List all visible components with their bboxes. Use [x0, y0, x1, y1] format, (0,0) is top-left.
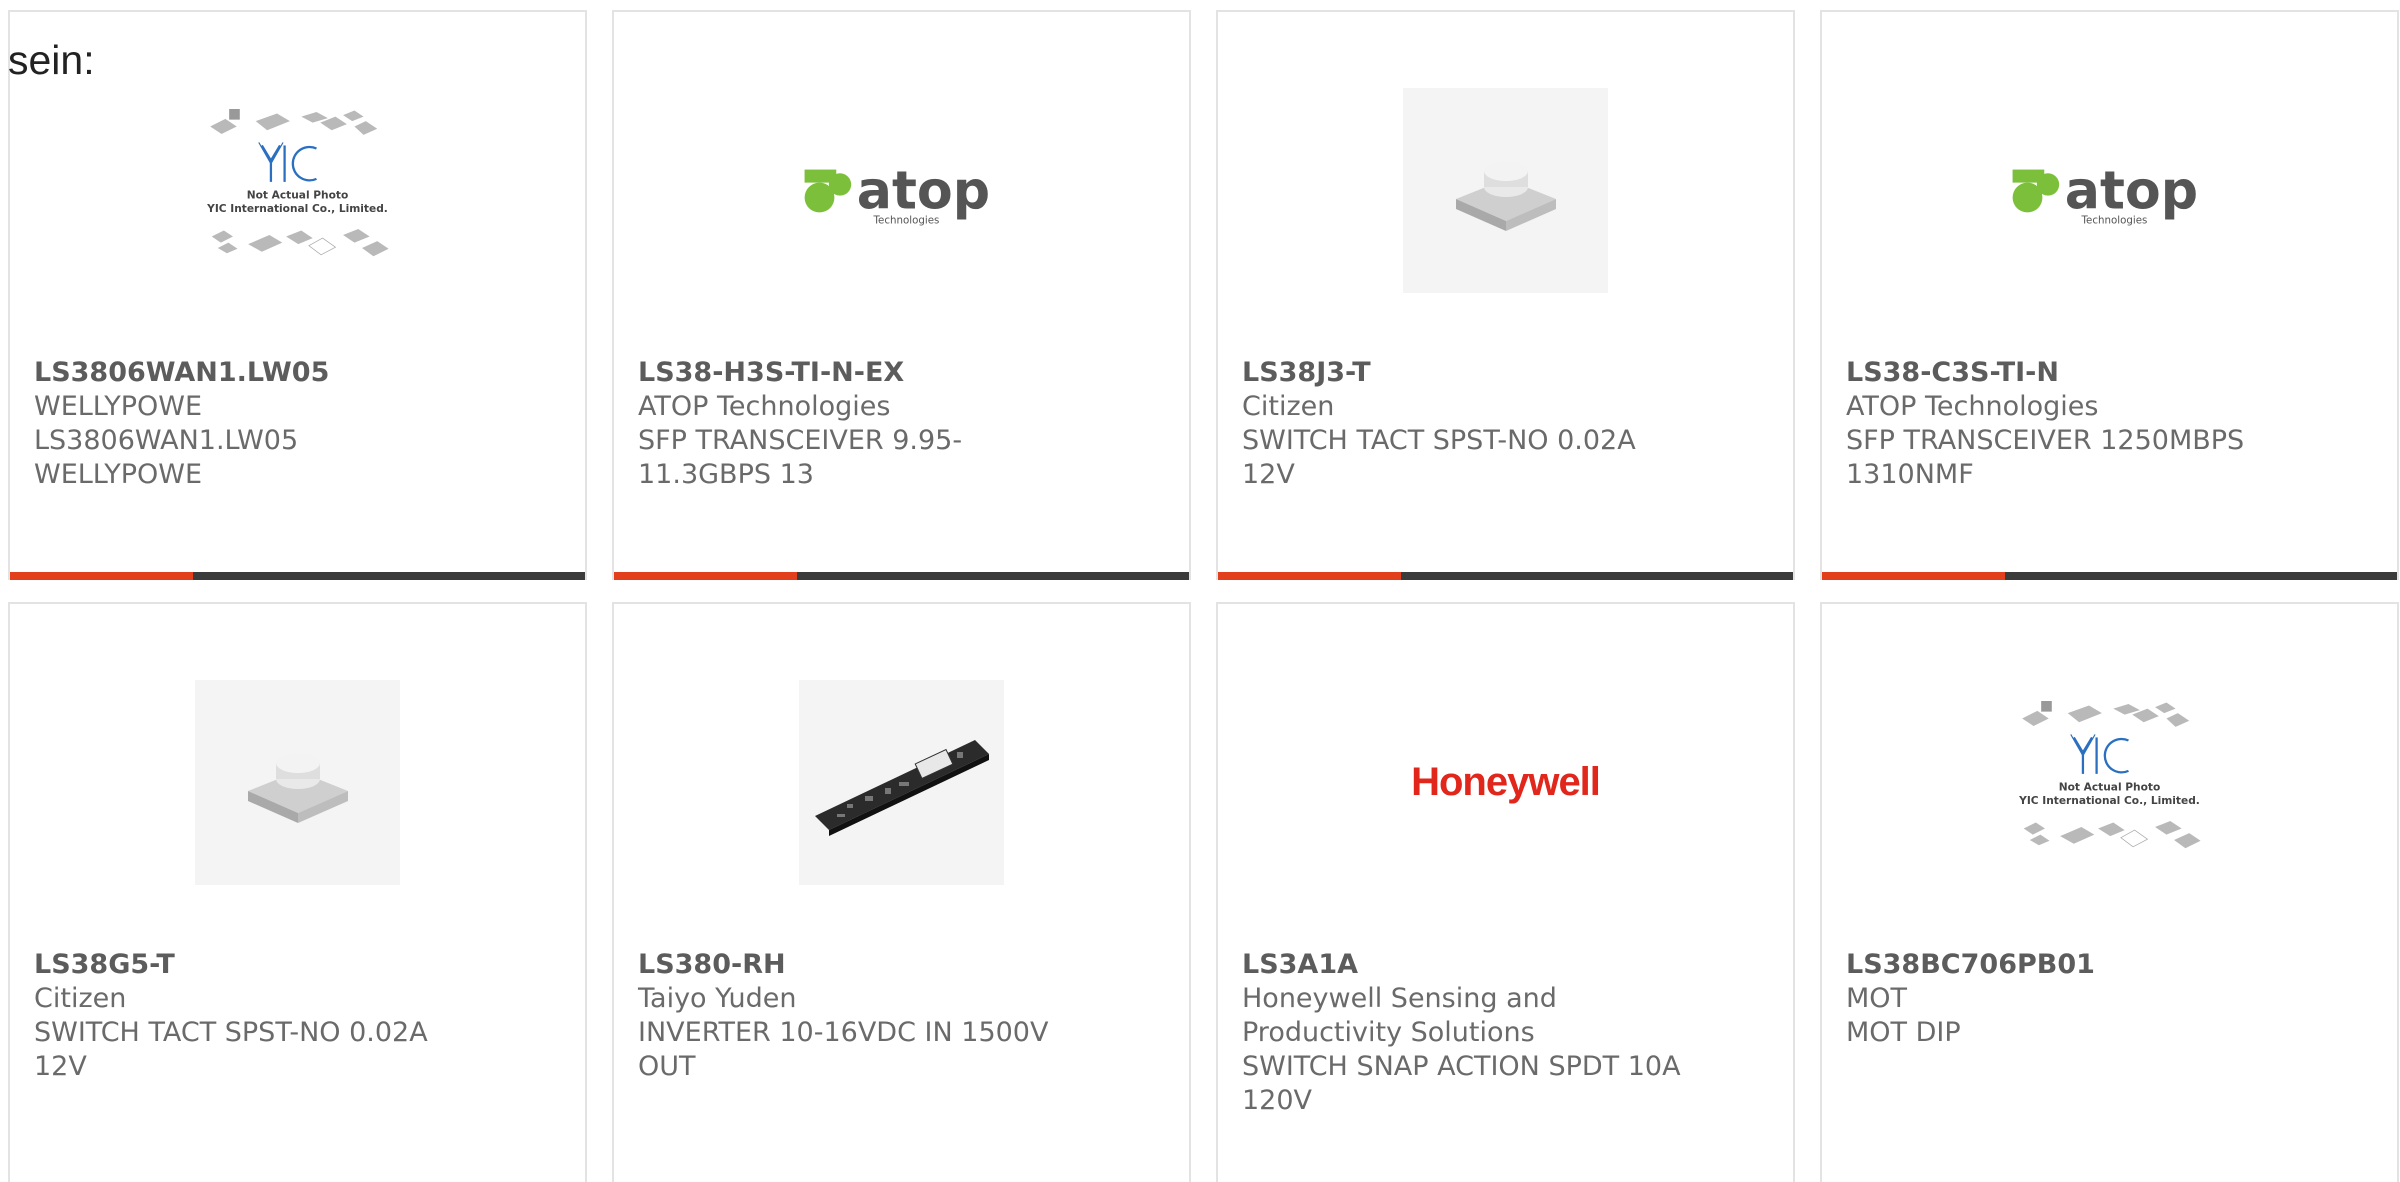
svg-text:atop: atop	[2065, 161, 2198, 221]
product-image[interactable]	[799, 680, 1004, 885]
description: MOT DIP	[1846, 1017, 1961, 1048]
part-number[interactable]: LS38J3-T	[1242, 356, 1773, 390]
svg-text:atop: atop	[857, 161, 990, 221]
product-card[interactable]: Not Actual Photo YIC International Co., …	[1820, 602, 2399, 1182]
product-grid: Not Actual Photo YIC International Co., …	[8, 10, 2399, 1182]
part-number[interactable]: LS3A1A	[1242, 948, 1773, 982]
part-number[interactable]: LS3806WAN1.LW05	[34, 356, 565, 390]
manufacturer: Citizen	[1242, 391, 1335, 422]
part-number[interactable]: LS38-C3S-TI-N	[1846, 356, 2377, 390]
svg-text:YIC International Co., Limited: YIC International Co., Limited.	[2018, 794, 2200, 807]
manufacturer: Taiyo Yuden	[638, 983, 797, 1014]
product-image[interactable]: Honeywell	[1403, 680, 1608, 885]
product-card[interactable]: atop Technologies LS38-H3S-TI-N-EX ATOP …	[612, 10, 1191, 580]
product-info: LS38G5-T Citizen SWITCH TACT SPST-NO 0.0…	[34, 948, 565, 1084]
description: SFP TRANSCEIVER 9.95-11.3GBPS 13	[638, 425, 963, 490]
part-number[interactable]: LS38BC706PB01	[1846, 948, 2377, 982]
card-bar-accent	[1218, 572, 1401, 580]
product-card[interactable]: LS38G5-T Citizen SWITCH TACT SPST-NO 0.0…	[8, 602, 587, 1182]
yic-placeholder-icon: Not Actual Photo YIC International Co., …	[206, 108, 389, 256]
product-info: LS3806WAN1.LW05 WELLYPOWE LS3806WAN1.LW0…	[34, 356, 565, 492]
inverter-board-icon	[814, 739, 989, 836]
product-image[interactable]	[1403, 88, 1608, 293]
atop-logo-icon: atop Technologies	[804, 161, 990, 226]
part-number[interactable]: LS380-RH	[638, 948, 1169, 982]
product-info: LS38BC706PB01 MOT MOT DIP	[1846, 948, 2377, 1050]
card-bar	[1822, 572, 2397, 580]
product-image[interactable]: Not Actual Photo YIC International Co., …	[2007, 680, 2212, 885]
svg-text:YIC International Co., Limited: YIC International Co., Limited.	[206, 202, 388, 215]
product-info: LS3A1A Honeywell Sensing and Productivit…	[1242, 948, 1773, 1118]
card-bar	[614, 572, 1189, 580]
description: SWITCH TACT SPST-NO 0.02A 12V	[34, 1017, 428, 1082]
description: SWITCH SNAP ACTION SPDT 10A 120V	[1242, 1051, 1681, 1116]
description: SFP TRANSCEIVER 1250MBPS 1310NMF	[1846, 425, 2245, 490]
manufacturer: ATOP Technologies	[1846, 391, 2099, 422]
honeywell-logo-icon: Honeywell	[1411, 760, 1601, 804]
tact-switch-icon	[247, 752, 348, 823]
product-card[interactable]: LS38J3-T Citizen SWITCH TACT SPST-NO 0.0…	[1216, 10, 1795, 580]
manufacturer: Honeywell Sensing and Productivity Solut…	[1242, 983, 1557, 1048]
lead-text: sein:	[8, 37, 95, 83]
card-bar	[10, 572, 585, 580]
svg-text:Technologies: Technologies	[873, 214, 940, 226]
card-bar-accent	[10, 572, 193, 580]
atop-logo-icon: atop Technologies	[2012, 161, 2198, 226]
product-image[interactable]: atop Technologies	[2007, 88, 2212, 293]
card-bar	[1218, 572, 1793, 580]
product-image[interactable]: Not Actual Photo YIC International Co., …	[195, 88, 400, 293]
svg-text:Technologies: Technologies	[2081, 214, 2148, 226]
yic-placeholder-icon: Not Actual Photo YIC International Co., …	[2018, 700, 2201, 848]
product-info: LS38-H3S-TI-N-EX ATOP Technologies SFP T…	[638, 356, 1169, 492]
card-bar-accent	[1822, 572, 2005, 580]
product-info: LS38-C3S-TI-N ATOP Technologies SFP TRAN…	[1846, 356, 2377, 492]
product-info: LS38J3-T Citizen SWITCH TACT SPST-NO 0.0…	[1242, 356, 1773, 492]
card-bar-accent	[614, 572, 797, 580]
tact-switch-icon	[1455, 160, 1556, 231]
part-number[interactable]: LS38G5-T	[34, 948, 565, 982]
product-card[interactable]: Honeywell LS3A1A Honeywell Sensing and P…	[1216, 602, 1795, 1182]
product-card[interactable]: Not Actual Photo YIC International Co., …	[8, 10, 587, 580]
description: SWITCH TACT SPST-NO 0.02A 12V	[1242, 425, 1636, 490]
product-image[interactable]	[195, 680, 400, 885]
product-image[interactable]: atop Technologies	[799, 88, 1004, 293]
manufacturer: WELLYPOWE	[34, 391, 203, 422]
description: LS3806WAN1.LW05 WELLYPOWE	[34, 425, 299, 490]
product-info: LS380-RH Taiyo Yuden INVERTER 10-16VDC I…	[638, 948, 1169, 1084]
manufacturer: MOT	[1846, 983, 1908, 1014]
part-number[interactable]: LS38-H3S-TI-N-EX	[638, 356, 1169, 390]
description: INVERTER 10-16VDC IN 1500V OUT	[638, 1017, 1049, 1082]
svg-text:Not Actual Photo: Not Actual Photo	[247, 188, 349, 201]
svg-text:Not Actual Photo: Not Actual Photo	[2059, 780, 2161, 793]
product-card[interactable]: atop Technologies LS38-C3S-TI-N ATOP Tec…	[1820, 10, 2399, 580]
manufacturer: ATOP Technologies	[638, 391, 891, 422]
product-card[interactable]: LS380-RH Taiyo Yuden INVERTER 10-16VDC I…	[612, 602, 1191, 1182]
manufacturer: Citizen	[34, 983, 127, 1014]
